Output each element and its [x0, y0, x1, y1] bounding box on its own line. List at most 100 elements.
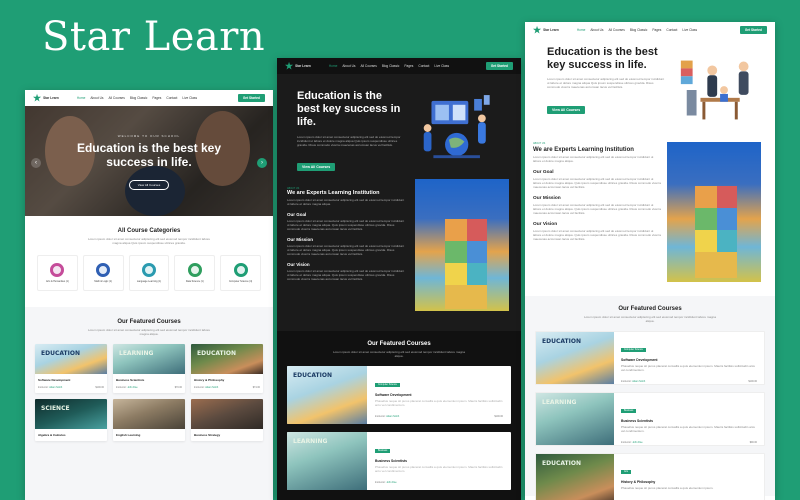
logo[interactable]: ★ Star Learn [285, 60, 311, 71]
course-image: EDUCATION [536, 454, 614, 500]
hero-text: Lorem ipsum dolor sit amet consectetur a… [547, 77, 665, 90]
get-started-button[interactable]: Get Started [739, 26, 767, 34]
nav-link-contact[interactable]: Contact [418, 64, 429, 68]
course-image-caption: EDUCATION [293, 372, 332, 380]
about-section: ABOUT US We are Experts Learning Institu… [277, 179, 521, 311]
nav-link-contact[interactable]: Contact [166, 96, 177, 100]
vision-text: Lorem ipsum dolor sit amet consectetur a… [287, 269, 405, 282]
hero-kicker: WELCOME TO OUR SCHOOL [117, 134, 181, 138]
featured-subtitle: Lorem ipsum dolor sit amet consectetur a… [583, 315, 717, 324]
course-name: English Learning [116, 433, 141, 438]
nav-link-blog[interactable]: Blog Classic [130, 96, 148, 100]
course-image: LEARNING [287, 432, 367, 491]
nav-link-about[interactable]: About Us [90, 96, 103, 100]
nav-links: Home About Us All Courses Blog Classic P… [329, 64, 486, 68]
about-title: We are Experts Learning Institution [533, 147, 634, 153]
course-image: SCIENCE [35, 399, 107, 430]
course-card[interactable]: EDUCATION Computer Science Software Deve… [287, 366, 511, 425]
nav-link-home[interactable]: Home [577, 28, 586, 32]
about-image [667, 142, 761, 282]
course-card[interactable]: Business Strategy [191, 399, 263, 442]
course-card[interactable]: LEARNING Business Business Scientists Ph… [535, 392, 765, 447]
hero-illustration [423, 95, 490, 159]
nav-link-live-class[interactable]: Live Class [182, 96, 197, 100]
palette-icon [50, 263, 65, 278]
course-instructor: Instructor: John Doe [621, 441, 643, 445]
get-started-button[interactable]: Get Started [237, 94, 265, 102]
course-name: History & Philosophy [194, 378, 225, 383]
logo[interactable]: ★ Star Learn [533, 24, 559, 35]
category-card-language[interactable]: Language Learning (1) [128, 255, 170, 292]
nav-link-pages[interactable]: Pages [152, 96, 161, 100]
featured-subtitle: Lorem ipsum dolor sit amet consectetur a… [332, 350, 466, 359]
course-name: Software Development [621, 358, 658, 363]
course-price: $90.00 [749, 441, 757, 445]
nav-links: Home About Us All Courses Blog Classic P… [77, 96, 238, 100]
nav-link-courses[interactable]: All Courses [609, 28, 625, 32]
language-icon [141, 263, 156, 278]
nav-link-blog[interactable]: Blog Classic [382, 64, 400, 68]
nav-link-pages[interactable]: Pages [404, 64, 413, 68]
star-logo-icon: ★ [285, 60, 294, 71]
nav-link-live-class[interactable]: Live Class [434, 64, 449, 68]
course-image-caption: EDUCATION [41, 350, 80, 358]
category-card-data-science[interactable]: Data Science (1) [174, 255, 216, 292]
category-label: Math & Logic (1) [94, 280, 112, 284]
category-card-arts[interactable]: Arts & Humanities (1) [37, 255, 78, 292]
course-instructor: Instructor: Adam Smith [375, 415, 400, 419]
star-logo-icon: ★ [533, 24, 542, 35]
get-started-button[interactable]: Get Started [485, 62, 513, 70]
hero-illustration [680, 60, 749, 120]
star-logo-icon: ★ [33, 92, 42, 103]
categories-subtitle: Lorem ipsum dolor sit amet consectetur a… [87, 237, 211, 246]
nav-link-live-class[interactable]: Live Class [682, 28, 697, 32]
course-image-caption: EDUCATION [197, 350, 236, 358]
view-all-courses-button[interactable]: View All Courses [547, 105, 586, 114]
course-image-caption: EDUCATION [542, 460, 581, 468]
nav-link-courses[interactable]: All Courses [361, 64, 377, 68]
nav-link-courses[interactable]: All Courses [109, 96, 125, 100]
course-description: Phasellus neque sit purus placerat conva… [621, 425, 756, 434]
view-all-courses-button[interactable]: View All Courses [128, 179, 170, 190]
course-card[interactable]: LEARNING Business Scientists Instructor:… [113, 344, 185, 394]
course-card[interactable]: EDUCATION History & Philosophy Instructo… [191, 344, 263, 394]
course-instructor: Instructor: Adam Smith [621, 380, 646, 384]
category-label: Arts & Humanities (1) [46, 280, 69, 284]
about-title: We are Experts Learning Institution [287, 190, 380, 196]
course-card[interactable]: SCIENCE Algebra & Calculus [35, 399, 107, 442]
category-label: Data Science (1) [185, 280, 204, 284]
nav-link-blog[interactable]: Blog Classic [630, 28, 648, 32]
course-image: EDUCATION [536, 332, 614, 385]
hero-text: Lorem ipsum dolor sit amet consectetur a… [297, 134, 401, 147]
nav-link-contact[interactable]: Contact [666, 28, 677, 32]
course-name: Business Scientists [621, 419, 654, 424]
course-card[interactable]: EDUCATION Computer Science Software Deve… [535, 331, 765, 386]
brand-title: Star Learn [42, 14, 266, 60]
course-instructor: Instructor: John Doe [116, 386, 138, 390]
about-text: Lorem ipsum dolor sit amet consectetur a… [533, 155, 654, 164]
course-card[interactable]: LEARNING Business Business Scientists Ph… [287, 432, 511, 491]
course-card[interactable]: English Learning [113, 399, 185, 442]
category-label: Computer Science (4) [228, 280, 253, 284]
goal-text: Lorem ipsum dolor sit amet consectetur a… [287, 219, 405, 232]
navbar: ★ Star Learn Home About Us All Courses Bl… [277, 58, 521, 74]
course-image-caption: LEARNING [293, 438, 328, 446]
hero-section: Education is the best key success in lif… [525, 38, 775, 138]
nav-link-home[interactable]: Home [77, 96, 86, 100]
view-all-courses-button[interactable]: View All Courses [297, 162, 336, 171]
logo[interactable]: ★ Star Learn [33, 92, 59, 103]
course-card[interactable]: EDUCATION Software Development Instructo… [35, 344, 107, 394]
nav-link-about[interactable]: About Us [342, 64, 355, 68]
course-name: Business Strategy [194, 433, 221, 438]
course-tag: Business [621, 409, 637, 414]
course-price: $100.00 [494, 415, 503, 419]
featured-section: Our Featured Courses Lorem ipsum dolor s… [277, 331, 521, 500]
course-card[interactable]: EDUCATION Arts History & Philosophy Phas… [535, 453, 765, 500]
nav-link-pages[interactable]: Pages [652, 28, 661, 32]
category-card-math[interactable]: Math & Logic (1) [82, 255, 124, 292]
blocks-photo [445, 219, 487, 309]
nav-link-home[interactable]: Home [329, 64, 338, 68]
nav-link-about[interactable]: About Us [590, 28, 603, 32]
category-list: Arts & Humanities (1) Math & Logic (1) L… [25, 255, 273, 292]
category-card-computer-science[interactable]: Computer Science (4) [220, 255, 261, 292]
